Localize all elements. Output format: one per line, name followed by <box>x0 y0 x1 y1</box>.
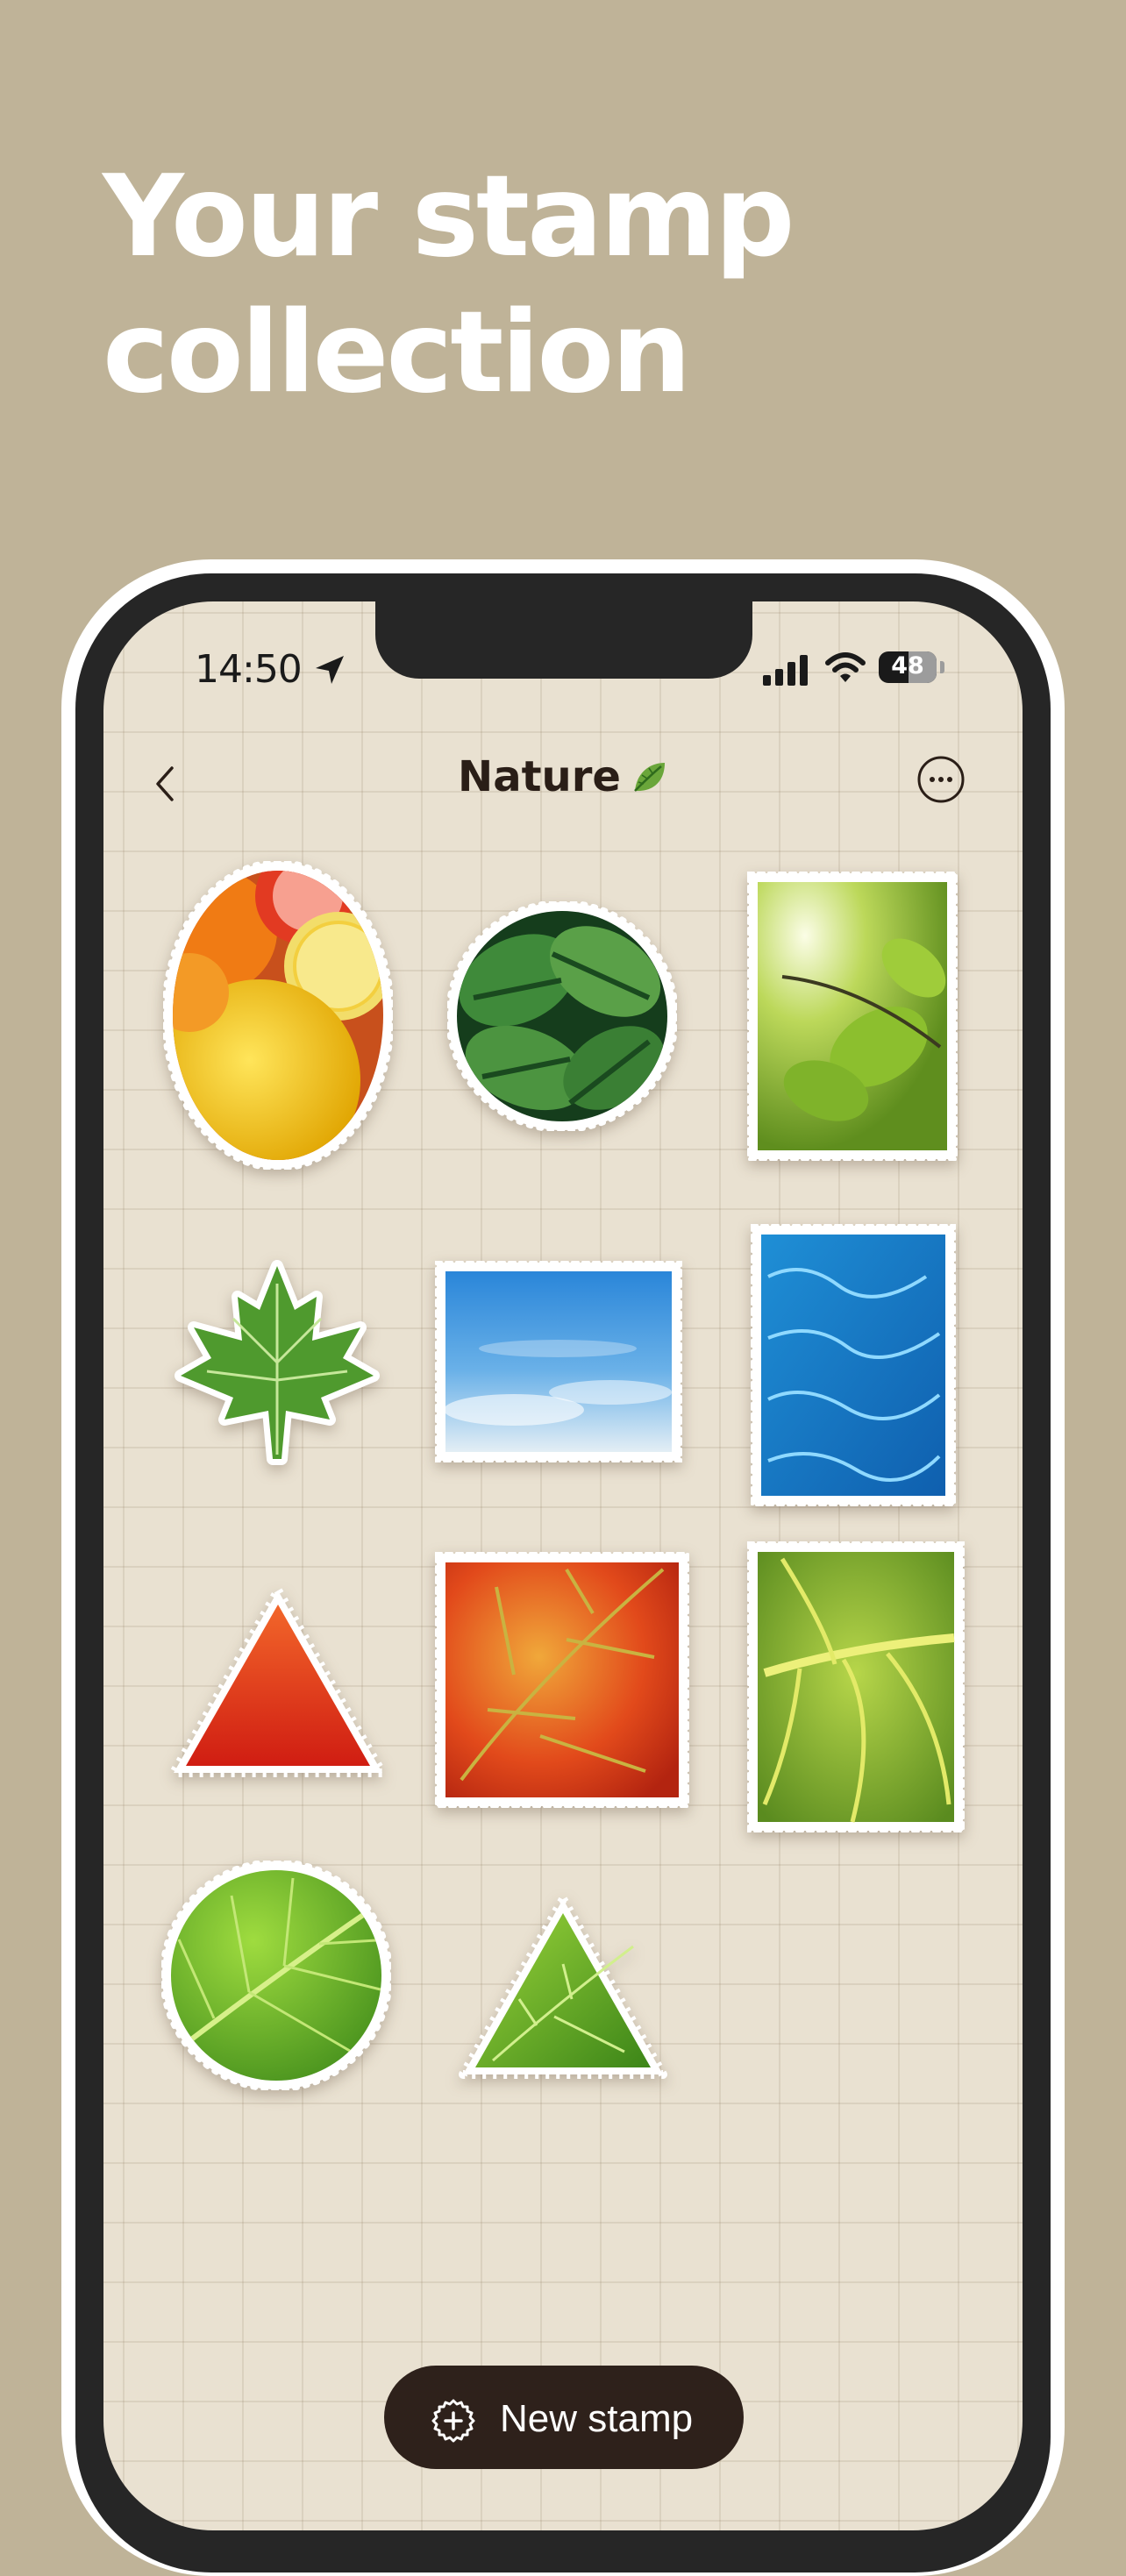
phone-screen: 14:50 48 Nature New stamp <box>103 601 1023 2530</box>
new-stamp-label: New stamp <box>500 2397 694 2440</box>
stamp-citrus[interactable] <box>163 861 393 1170</box>
stamp-monstera[interactable] <box>447 901 677 1131</box>
cellular-signal-icon <box>763 655 808 686</box>
battery-level: 48 <box>891 652 924 680</box>
more-options-button[interactable] <box>916 754 966 805</box>
marketing-headline: Your stamp collection <box>103 149 795 421</box>
stamp-autumn-leaf[interactable] <box>435 1552 689 1808</box>
stamp-maple-leaf[interactable] <box>172 1257 382 1468</box>
new-stamp-button[interactable]: New stamp <box>384 2366 744 2469</box>
stamp-leaf-veins[interactable] <box>747 1541 965 1832</box>
stamp-green-leaf-triangle[interactable] <box>458 1894 668 2080</box>
page-title-text: Nature <box>458 752 621 801</box>
battery-indicator: 48 <box>879 651 937 683</box>
stamp-pool-water[interactable] <box>751 1224 956 1506</box>
stamp-green-leaf-circle[interactable] <box>161 1861 391 2090</box>
stamp-sunlit-leaves[interactable] <box>747 872 958 1161</box>
battery-tip <box>940 661 944 673</box>
page-title: Nature <box>103 752 1023 801</box>
add-stamp-icon <box>431 2399 475 2443</box>
headline-line-2: collection <box>103 288 691 418</box>
headline-line-1: Your stamp <box>103 152 795 282</box>
stamp-red-triangle[interactable] <box>168 1585 388 1778</box>
wifi-icon <box>825 652 866 682</box>
leaf-emoji-icon <box>634 763 665 792</box>
location-arrow-icon <box>316 656 344 684</box>
notch <box>375 601 752 679</box>
stamp-blue-sky[interactable] <box>435 1261 682 1462</box>
status-time: 14:50 <box>195 647 303 692</box>
